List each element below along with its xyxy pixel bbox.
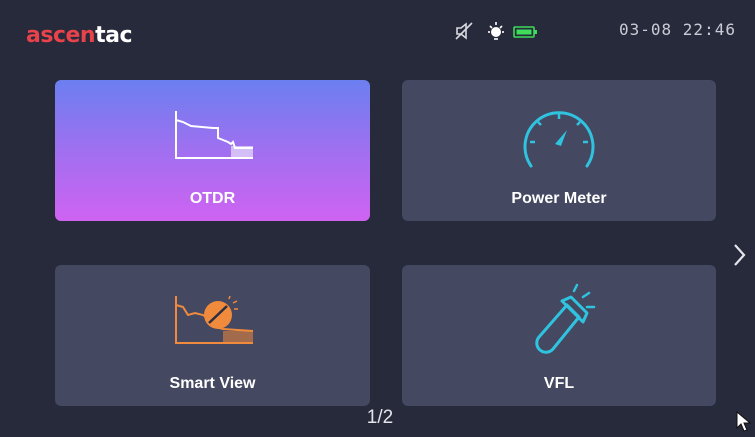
vfl-label: VFL xyxy=(543,375,575,392)
otdr-label: OTDR xyxy=(189,190,236,207)
status-bar: ascentac 03-08 22:46 xyxy=(0,0,755,60)
gauge-icon xyxy=(523,111,595,168)
otdr-trace-icon xyxy=(175,111,253,159)
flashlight-icon xyxy=(535,283,596,354)
clock: 03-08 22:46 xyxy=(619,20,736,39)
logo-text-red: ascen xyxy=(26,23,96,48)
brand-logo: ascentac xyxy=(26,24,132,48)
brightness-icon[interactable] xyxy=(485,20,507,42)
smart-view-tile[interactable]: Smart View xyxy=(55,265,370,406)
logo-text-white: tac xyxy=(95,23,132,48)
power-meter-tile[interactable]: Power Meter xyxy=(402,80,716,221)
mouse-pointer-icon xyxy=(736,410,752,432)
smart-view-icon xyxy=(175,295,254,344)
chevron-right-icon[interactable] xyxy=(730,240,750,270)
smart-view-label: Smart View xyxy=(169,375,256,392)
page-indicator: 1/2 xyxy=(366,407,394,428)
battery-icon xyxy=(513,26,537,38)
speaker-muted-icon[interactable] xyxy=(453,20,475,42)
power-meter-label: Power Meter xyxy=(511,190,607,207)
vfl-tile[interactable]: VFL xyxy=(402,265,716,406)
otdr-tile[interactable]: OTDR xyxy=(55,80,370,221)
